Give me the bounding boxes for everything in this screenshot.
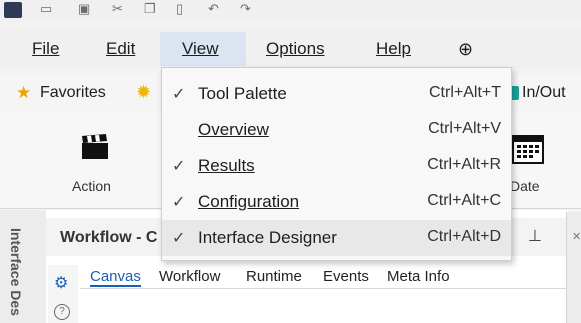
gear-icon[interactable]: ⚙ — [54, 273, 68, 293]
paste-icon[interactable]: ▯ — [176, 2, 183, 16]
interface-designer-side-label[interactable]: Interface Des — [8, 228, 24, 316]
close-icon[interactable]: ✕ — [572, 230, 581, 243]
check-icon: ✓ — [172, 158, 186, 175]
star-icon: ★ — [16, 83, 32, 102]
check-icon: ✓ — [172, 86, 186, 103]
menu-view[interactable]: View — [160, 32, 246, 66]
save-icon[interactable]: ▣ — [78, 2, 90, 16]
menu-item-shortcut: Ctrl+Alt+D — [427, 228, 501, 245]
favorites-tab[interactable]: Favorites — [40, 84, 106, 102]
menu-file[interactable]: File — [22, 32, 69, 66]
menu-help[interactable]: Help — [366, 32, 421, 66]
results-pane-edge — [566, 212, 581, 323]
tab-events[interactable]: Events — [323, 268, 369, 285]
menu-item-interface-designer[interactable]: ✓ Interface Designer Ctrl+Alt+D — [162, 220, 511, 256]
undo-icon[interactable]: ↶ — [208, 2, 219, 16]
menu-item-overview[interactable]: Overview Ctrl+Alt+V — [162, 112, 511, 148]
menu-edit[interactable]: Edit — [96, 32, 145, 66]
tab-meta-info[interactable]: Meta Info — [387, 268, 450, 285]
date-tool-label: Date — [510, 178, 540, 194]
menu-help-label: Help — [376, 39, 411, 58]
tab-divider — [80, 288, 566, 289]
app-icon[interactable] — [4, 2, 22, 18]
globe-icon[interactable]: ⊕ — [448, 32, 483, 66]
in-out-tab[interactable]: In/Out — [522, 84, 566, 102]
action-tool-label: Action — [72, 178, 111, 194]
tab-workflow[interactable]: Workflow — [159, 268, 220, 285]
sun-icon[interactable]: ✹ — [136, 82, 151, 103]
menu-item-label: Overview — [198, 120, 269, 139]
check-icon: ✓ — [172, 194, 186, 211]
menu-options[interactable]: Options — [256, 32, 335, 66]
help-icon[interactable]: ? — [54, 304, 70, 320]
workflow-pane-title: Workflow - C — [60, 229, 158, 246]
menu-edit-label: Edit — [106, 39, 136, 58]
calendar-icon[interactable] — [512, 134, 544, 164]
menu-item-label: Results — [198, 156, 255, 175]
pin-icon[interactable]: ⊥ — [528, 226, 542, 246]
menu-file-label: File — [32, 39, 60, 58]
redo-icon[interactable]: ↷ — [240, 2, 251, 16]
cut-icon[interactable]: ✂ — [112, 2, 123, 16]
view-menu-dropdown: ✓ Tool Palette Ctrl+Alt+T Overview Ctrl+… — [161, 67, 512, 261]
copy-icon[interactable]: ❐ — [144, 2, 156, 16]
menu-item-shortcut: Ctrl+Alt+T — [428, 84, 501, 101]
tab-canvas[interactable]: Canvas — [90, 268, 141, 287]
menu-options-label: Options — [266, 39, 325, 58]
check-icon: ✓ — [172, 230, 186, 247]
menu-item-shortcut: Ctrl+Alt+R — [427, 156, 501, 173]
menu-view-label: View — [182, 39, 219, 58]
tab-runtime[interactable]: Runtime — [246, 268, 302, 285]
menu-item-shortcut: Ctrl+Alt+C — [427, 192, 501, 209]
menu-item-results[interactable]: ✓ Results Ctrl+Alt+R — [162, 148, 511, 184]
clapperboard-icon[interactable] — [80, 134, 110, 160]
menu-item-shortcut: Ctrl+Alt+V — [428, 120, 501, 137]
menu-item-label: Configuration — [198, 192, 300, 211]
menu-item-tool-palette[interactable]: ✓ Tool Palette Ctrl+Alt+T — [162, 76, 511, 112]
menu-item-configuration[interactable]: ✓ Configuration Ctrl+Alt+C — [162, 184, 511, 220]
menu-item-label: Interface Designer — [198, 228, 337, 247]
menu-item-label: Tool Palette — [198, 84, 287, 103]
open-folder-icon[interactable]: ▭ — [40, 2, 52, 16]
